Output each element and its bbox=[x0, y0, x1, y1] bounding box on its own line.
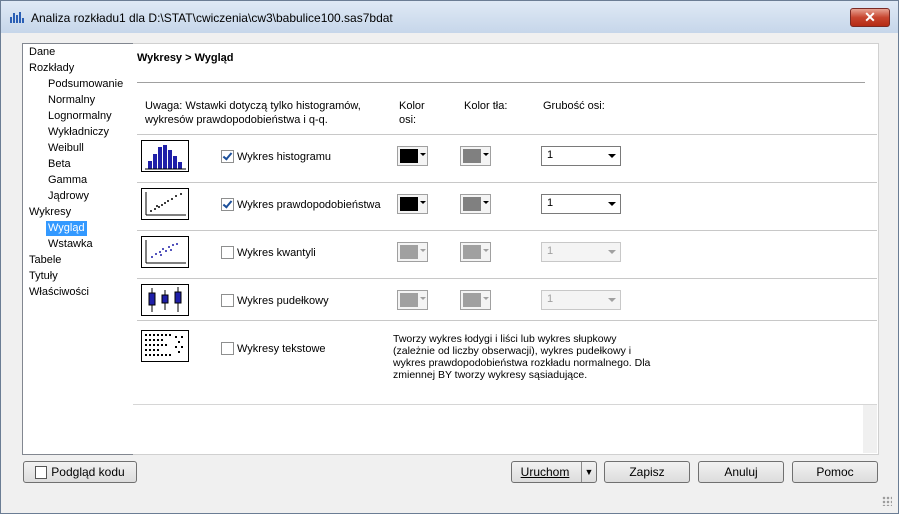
boxplot-checkbox[interactable] bbox=[221, 294, 234, 307]
probability-axis-width-select[interactable]: 1 bbox=[541, 194, 621, 214]
settings-panel: Wykresy > Wygląd Uwaga: Wstawki dotyczą … bbox=[133, 43, 879, 455]
probability-plot-icon bbox=[141, 188, 189, 220]
probability-axis-color-picker[interactable] bbox=[397, 194, 428, 214]
col-axis-color: Kolor osi: bbox=[399, 100, 425, 126]
histogram-bg-color-picker[interactable] bbox=[460, 146, 491, 166]
chevron-down-icon[interactable]: ▼ bbox=[581, 462, 596, 482]
chevron-down-icon bbox=[420, 153, 426, 156]
header-divider bbox=[137, 82, 865, 83]
col-bg-color: Kolor tła: bbox=[464, 100, 508, 112]
nav-tree[interactable]: Dane Rozkłady Podsumowanie Normalny Logn… bbox=[22, 43, 136, 455]
dialog-client: Dane Rozkłady Podsumowanie Normalny Logn… bbox=[9, 33, 890, 505]
text-plots-description: Tworzy wykres łodygi i liści lub wykres … bbox=[393, 333, 651, 381]
chevron-down-icon bbox=[483, 249, 489, 252]
nav-item-normalny[interactable]: Normalny bbox=[46, 93, 97, 108]
col-axis-width: Grubość osi: bbox=[543, 100, 605, 112]
text-plots-label[interactable]: Wykresy tekstowe bbox=[237, 343, 326, 355]
chevron-down-icon bbox=[608, 250, 616, 254]
boxplot-label[interactable]: Wykres pudełkowy bbox=[237, 295, 329, 307]
document-icon bbox=[35, 466, 48, 480]
resize-grip-icon[interactable] bbox=[882, 496, 892, 506]
quantile-checkbox[interactable] bbox=[221, 246, 234, 259]
quantile-plot-icon bbox=[141, 236, 189, 268]
quantile-label[interactable]: Wykres kwantyli bbox=[237, 247, 316, 259]
boxplot-axis-width-select[interactable]: 1 bbox=[541, 290, 621, 310]
nav-item-wykladniczy[interactable]: Wykładniczy bbox=[46, 125, 111, 140]
window-title: Analiza rozkładu1 dla D:\STAT\cwiczenia\… bbox=[31, 11, 393, 25]
nav-item-gamma[interactable]: Gamma bbox=[46, 173, 89, 188]
help-scrollbar[interactable] bbox=[863, 405, 877, 453]
title-bar[interactable]: Analiza rozkładu1 dla D:\STAT\cwiczenia\… bbox=[1, 1, 898, 33]
chevron-down-icon bbox=[608, 298, 616, 302]
boxplot-axis-color-picker[interactable] bbox=[397, 290, 428, 310]
nav-item-tabele[interactable]: Tabele bbox=[27, 253, 63, 268]
nav-item-jadrowy[interactable]: Jądrowy bbox=[46, 189, 91, 204]
probability-checkbox[interactable] bbox=[221, 198, 234, 211]
chevron-down-icon bbox=[608, 202, 616, 206]
chevron-down-icon bbox=[608, 154, 616, 158]
row-divider bbox=[137, 320, 877, 321]
nav-item-dane[interactable]: Dane bbox=[27, 45, 57, 60]
row-divider bbox=[137, 134, 877, 135]
histogram-axis-width-select[interactable]: 1 bbox=[541, 146, 621, 166]
box-plot-icon bbox=[141, 284, 189, 316]
row-divider bbox=[137, 182, 877, 183]
probability-bg-color-picker[interactable] bbox=[460, 194, 491, 214]
chevron-down-icon bbox=[420, 249, 426, 252]
status-bar bbox=[1, 490, 898, 513]
row-divider bbox=[137, 230, 877, 231]
histogram-label[interactable]: Wykres histogramu bbox=[237, 151, 331, 163]
quantile-axis-color-picker[interactable] bbox=[397, 242, 428, 262]
close-button[interactable]: ✕ bbox=[850, 8, 890, 27]
histogram-icon bbox=[141, 140, 189, 172]
histogram-axis-color-picker[interactable] bbox=[397, 146, 428, 166]
help-text-area bbox=[133, 404, 877, 453]
text-plot-icon bbox=[141, 330, 189, 362]
nav-item-beta[interactable]: Beta bbox=[46, 157, 73, 172]
nav-item-rozklady[interactable]: Rozkłady bbox=[27, 61, 76, 76]
chevron-down-icon bbox=[483, 297, 489, 300]
probability-label[interactable]: Wykres prawdopodobieństwa bbox=[237, 199, 381, 211]
row-divider bbox=[137, 278, 877, 279]
nav-item-wstawka[interactable]: Wstawka bbox=[46, 237, 95, 252]
dialog-window: Analiza rozkładu1 dla D:\STAT\cwiczenia\… bbox=[0, 0, 899, 514]
chevron-down-icon bbox=[483, 153, 489, 156]
chevron-down-icon bbox=[483, 201, 489, 204]
help-button[interactable]: Pomoc bbox=[792, 461, 878, 483]
nav-item-lognormalny[interactable]: Lognormalny bbox=[46, 109, 114, 124]
nav-item-weibull[interactable]: Weibull bbox=[46, 141, 86, 156]
save-button[interactable]: Zapisz bbox=[604, 461, 690, 483]
preview-code-button[interactable]: Podgląd kodu bbox=[23, 461, 137, 483]
histogram-checkbox[interactable] bbox=[221, 150, 234, 163]
chevron-down-icon bbox=[420, 297, 426, 300]
nav-item-wykresy[interactable]: Wykresy bbox=[27, 205, 73, 220]
nav-item-wlasciwosci[interactable]: Właściwości bbox=[27, 285, 91, 300]
app-chart-icon bbox=[10, 12, 24, 23]
nav-item-wyglad[interactable]: Wygląd bbox=[46, 221, 87, 236]
quantile-axis-width-select[interactable]: 1 bbox=[541, 242, 621, 262]
boxplot-bg-color-picker[interactable] bbox=[460, 290, 491, 310]
page-title: Wykresy > Wygląd bbox=[137, 52, 234, 64]
note-text: Uwaga: Wstawki dotyczą tylko histogramów… bbox=[145, 100, 361, 126]
run-button[interactable]: Uruchom ▼ bbox=[511, 461, 597, 483]
chevron-down-icon bbox=[420, 201, 426, 204]
quantile-bg-color-picker[interactable] bbox=[460, 242, 491, 262]
nav-item-tytuly[interactable]: Tytuły bbox=[27, 269, 60, 284]
nav-item-podsumowanie[interactable]: Podsumowanie bbox=[46, 77, 125, 92]
text-plots-checkbox[interactable] bbox=[221, 342, 234, 355]
cancel-button[interactable]: Anuluj bbox=[698, 461, 784, 483]
